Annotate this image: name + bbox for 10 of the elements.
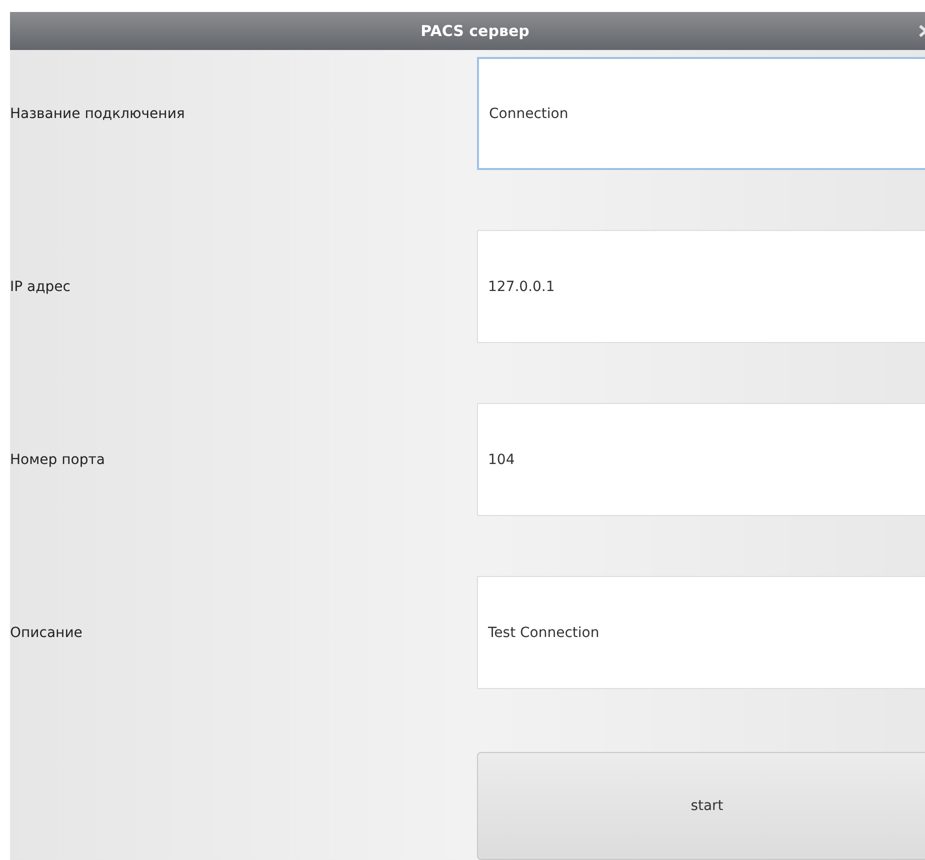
- start-button[interactable]: start: [477, 752, 925, 860]
- field-label: Название подключения: [10, 106, 186, 122]
- input-field[interactable]: Connection: [477, 57, 925, 170]
- field-label: Описание: [10, 624, 84, 640]
- field-label: IP адрес: [10, 278, 72, 294]
- field-label: Номер порта: [10, 452, 106, 468]
- input-field[interactable]: 127.0.0.1: [477, 230, 925, 343]
- input-field[interactable]: Test Connection: [477, 576, 925, 689]
- window-title: PACS сервер: [420, 22, 530, 40]
- input-field[interactable]: 104: [477, 403, 925, 516]
